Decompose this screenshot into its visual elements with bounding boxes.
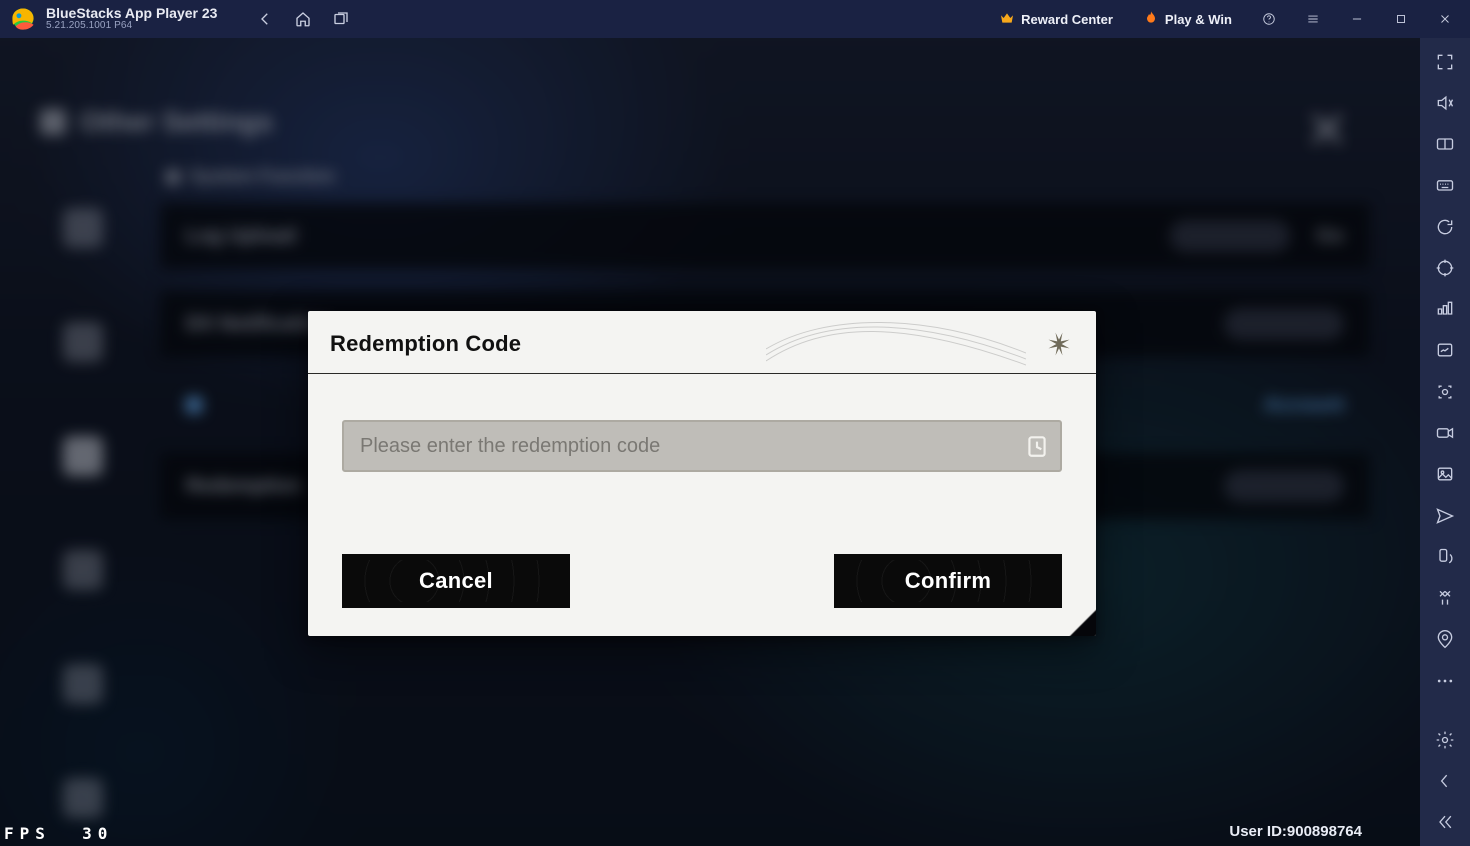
crown-icon: [999, 10, 1015, 29]
collapse-rail-button[interactable]: [1429, 811, 1461, 834]
minimize-button[interactable]: [1340, 5, 1374, 33]
recents-button[interactable]: [327, 5, 355, 33]
help-button[interactable]: [1252, 5, 1286, 33]
rotate-button[interactable]: [1429, 545, 1461, 568]
confirm-button[interactable]: Confirm: [834, 554, 1062, 608]
sync-button[interactable]: [1429, 215, 1461, 238]
target-button[interactable]: [1429, 256, 1461, 279]
hamburger-menu-button[interactable]: [1296, 5, 1330, 33]
fullscreen-button[interactable]: [1429, 50, 1461, 73]
redemption-code-input[interactable]: [360, 435, 1006, 458]
app-title: BlueStacks App Player 23: [46, 6, 217, 21]
gallery-button[interactable]: [1429, 463, 1461, 486]
shake-button[interactable]: [1429, 586, 1461, 609]
record-button[interactable]: [1429, 421, 1461, 444]
user-id: User ID:900898764: [1229, 823, 1362, 840]
home-button[interactable]: [289, 5, 317, 33]
workspace: Other Settings System Function Log Uploa…: [0, 38, 1420, 846]
volume-button[interactable]: [1429, 91, 1461, 114]
location-button[interactable]: [1429, 628, 1461, 651]
fps-value: 30: [82, 824, 113, 843]
keyboard-button[interactable]: [1429, 174, 1461, 197]
right-toolbar: [1420, 38, 1470, 846]
app-version: 5.21.205.1001 P64: [46, 21, 217, 32]
back-button[interactable]: [251, 5, 279, 33]
cancel-button[interactable]: Cancel: [342, 554, 570, 608]
modal-title: Redemption Code: [330, 331, 521, 357]
redemption-code-field[interactable]: [342, 420, 1062, 472]
airplane-button[interactable]: [1429, 504, 1461, 527]
keymap-button[interactable]: [1429, 133, 1461, 156]
titlebar: BlueStacks App Player 23 5.21.205.1001 P…: [0, 0, 1470, 38]
redemption-modal: Redemption Code Cancel Confirm: [308, 311, 1096, 636]
apk-button[interactable]: [1429, 339, 1461, 362]
paste-icon[interactable]: [1024, 433, 1050, 459]
user-id-label: User ID:: [1229, 823, 1287, 840]
cancel-label: Cancel: [419, 568, 493, 594]
close-window-button[interactable]: [1428, 5, 1462, 33]
play-and-win-link[interactable]: Play & Win: [1133, 6, 1242, 33]
fps-label: FPS: [4, 824, 51, 843]
collapse-back-button[interactable]: [1429, 770, 1461, 793]
fps-counter: FPS 30: [4, 826, 113, 842]
screenshot-button[interactable]: [1429, 380, 1461, 403]
flame-icon: [1143, 10, 1159, 29]
more-button[interactable]: [1429, 669, 1461, 692]
bluestacks-logo-icon: [10, 6, 36, 32]
settings-button[interactable]: [1429, 728, 1461, 751]
maximize-button[interactable]: [1384, 5, 1418, 33]
confirm-label: Confirm: [905, 568, 991, 594]
user-id-value: 900898764: [1287, 823, 1362, 840]
reward-center-link[interactable]: Reward Center: [989, 6, 1123, 33]
multi-instance-button[interactable]: [1429, 298, 1461, 321]
reward-center-label: Reward Center: [1021, 12, 1113, 27]
modal-close-button[interactable]: [1044, 329, 1074, 359]
title-block: BlueStacks App Player 23 5.21.205.1001 P…: [46, 6, 217, 31]
play-win-label: Play & Win: [1165, 12, 1232, 27]
